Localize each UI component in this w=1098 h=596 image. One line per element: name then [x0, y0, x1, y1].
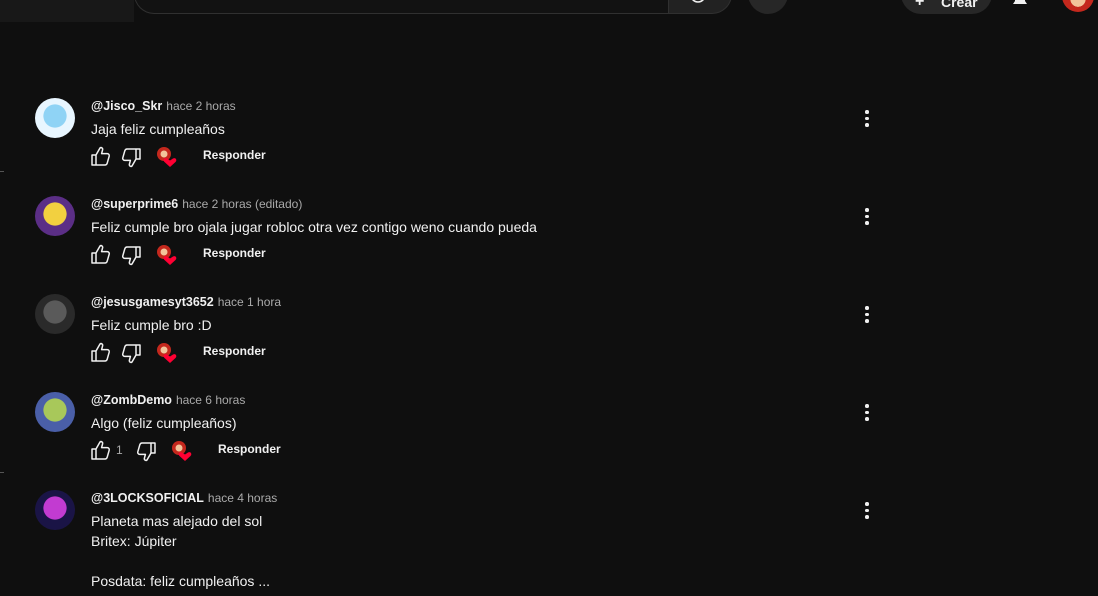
commenter-avatar[interactable]: [35, 196, 75, 236]
commenter-avatar[interactable]: [35, 392, 75, 432]
masthead: Buscar + Crear: [0, 0, 1098, 22]
comment-header: @Jisco_Skr hace 2 horas: [91, 99, 236, 113]
more-actions-icon[interactable]: [858, 107, 876, 131]
creator-heart-icon: [157, 245, 177, 265]
comment-timestamp[interactable]: hace 2 horas: [166, 99, 235, 113]
create-button-label: Crear: [941, 0, 978, 10]
comment-timestamp[interactable]: hace 4 horas: [208, 491, 277, 505]
create-button[interactable]: + Crear: [901, 0, 992, 14]
more-actions-icon[interactable]: [858, 401, 876, 425]
reply-button[interactable]: Responder: [203, 246, 266, 260]
reply-button[interactable]: Responder: [203, 344, 266, 358]
page-edge-marker: [0, 171, 4, 172]
comment-text: Feliz cumple bro ojala jugar robloc otra…: [91, 219, 537, 235]
comment-header: @jesusgamesyt3652 hace 1 hora: [91, 295, 281, 309]
comment-timestamp[interactable]: hace 2 horas (editado): [182, 197, 302, 211]
page-edge-marker: [0, 472, 4, 473]
reply-button[interactable]: Responder: [218, 442, 281, 456]
comment-text: Jaja feliz cumpleaños: [91, 121, 225, 137]
comment-text: Planeta mas alejado del sol Britex: Júpi…: [91, 513, 270, 589]
comment-author[interactable]: @superprime6: [91, 197, 178, 211]
like-button-thumbs-up-icon[interactable]: [89, 439, 111, 463]
reply-button[interactable]: Responder: [203, 148, 266, 162]
search-icon: [692, 0, 704, 3]
account-avatar[interactable]: [1062, 0, 1094, 12]
comment-author[interactable]: @Jisco_Skr: [91, 99, 162, 113]
dislike-button-thumbs-down-icon[interactable]: [121, 341, 143, 365]
comment-thread: @ZombDemo hace 6 horas Algo (feliz cumple…: [0, 392, 900, 490]
commenter-avatar[interactable]: [35, 98, 75, 138]
comment-timestamp[interactable]: hace 1 hora: [218, 295, 281, 309]
search-button[interactable]: [668, 0, 732, 14]
like-button-thumbs-up-icon[interactable]: [89, 145, 111, 169]
creator-heart-icon: [172, 441, 192, 461]
creator-heart-icon: [157, 343, 177, 363]
more-actions-icon[interactable]: [858, 303, 876, 327]
more-actions-icon[interactable]: [858, 499, 876, 523]
commenter-avatar[interactable]: [35, 490, 75, 530]
comment-author[interactable]: @jesusgamesyt3652: [91, 295, 214, 309]
creator-heart-icon: [157, 147, 177, 167]
like-button-thumbs-up-icon[interactable]: [89, 243, 111, 267]
comments-list: Feliz cumple skibidi 🗣️ 🔥 Responder @Jis…: [0, 0, 1098, 596]
comment-author[interactable]: @3LOCKSOFICIAL: [91, 491, 204, 505]
masthead-left-area: [0, 0, 134, 22]
search-input[interactable]: Buscar: [134, 0, 668, 14]
comment-timestamp[interactable]: hace 6 horas: [176, 393, 245, 407]
plus-icon: +: [915, 0, 925, 10]
comment-thread: @3LOCKSOFICIAL hace 4 horas Planeta mas a…: [0, 490, 900, 589]
dislike-button-thumbs-down-icon[interactable]: [121, 243, 143, 267]
dislike-button-thumbs-down-icon[interactable]: [136, 439, 158, 463]
voice-search-button[interactable]: [748, 0, 788, 14]
comment-author[interactable]: @ZombDemo: [91, 393, 172, 407]
comment-text: Algo (feliz cumpleaños): [91, 415, 237, 431]
comment-header: @ZombDemo hace 6 horas: [91, 393, 245, 407]
comment-text: Feliz cumple bro :D: [91, 317, 212, 333]
comment-thread: @Jisco_Skr hace 2 horas Jaja feliz cumple…: [0, 98, 900, 196]
commenter-avatar[interactable]: [35, 294, 75, 334]
comment-thread: @superprime6 hace 2 horas (editado) Feliz…: [0, 196, 900, 294]
comment-header: @3LOCKSOFICIAL hace 4 horas: [91, 491, 277, 505]
like-button-thumbs-up-icon[interactable]: [89, 341, 111, 365]
microphone-icon: [759, 0, 777, 2]
notifications-bell-icon[interactable]: [1010, 0, 1030, 8]
like-count: 1: [116, 443, 123, 457]
comment-header: @superprime6 hace 2 horas (editado): [91, 197, 302, 211]
comment-thread: @jesusgamesyt3652 hace 1 hora Feliz cumpl…: [0, 294, 900, 392]
more-actions-icon[interactable]: [858, 205, 876, 229]
dislike-button-thumbs-down-icon[interactable]: [121, 145, 143, 169]
